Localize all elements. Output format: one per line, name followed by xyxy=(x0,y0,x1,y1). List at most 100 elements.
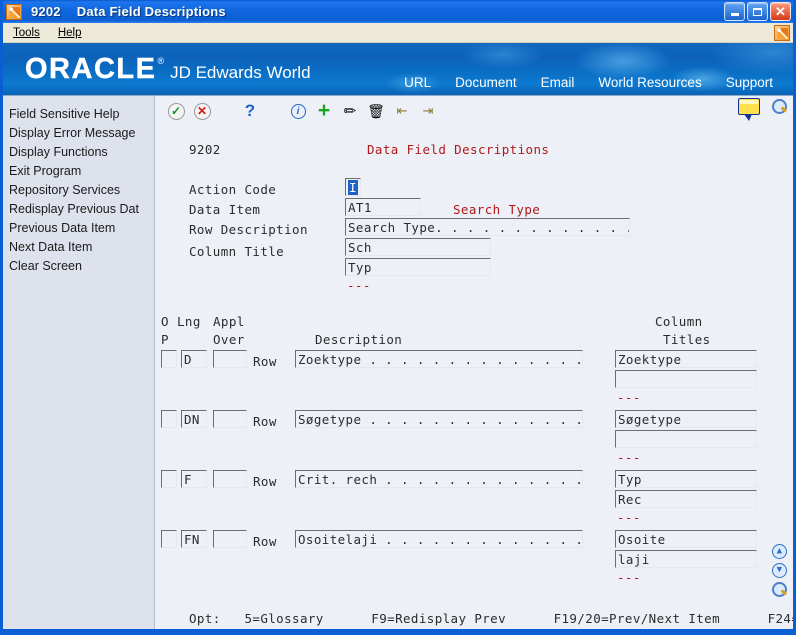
notes-bubble-icon[interactable] xyxy=(738,98,760,121)
menu-item-tools-label: Tools xyxy=(13,26,40,39)
column-title-separator: --- xyxy=(347,278,371,293)
close-button[interactable]: ✕ xyxy=(770,2,791,21)
action-code-label: Action Code xyxy=(189,182,277,197)
action-code-value: I xyxy=(348,180,358,195)
grid-header-opt-line1: O xyxy=(161,314,169,329)
maximize-button[interactable] xyxy=(747,2,768,21)
table-row-opt-input[interactable] xyxy=(161,350,177,368)
action-code-input[interactable]: I xyxy=(345,178,361,196)
search-magnifier-icon[interactable] xyxy=(772,582,787,597)
sidebar-item-display-error-message[interactable]: Display Error Message xyxy=(3,124,154,143)
menu-item-tools[interactable]: Tools xyxy=(5,25,48,41)
help-button[interactable]: ? xyxy=(237,99,263,123)
toolbar-right-group xyxy=(738,98,787,121)
table-row-label: Row xyxy=(253,474,277,489)
scroll-down-button[interactable]: ▼ xyxy=(772,563,787,578)
table-row-separator: --- xyxy=(617,570,641,585)
table-row-lng-input[interactable]: FN xyxy=(181,530,207,548)
grid-header-lng: Lng xyxy=(177,314,201,329)
banner-link-url[interactable]: URL xyxy=(392,75,443,92)
table-row-appl-input[interactable] xyxy=(213,470,247,488)
sidebar-item-next-data-item[interactable]: Next Data Item xyxy=(3,238,154,257)
product-name-text: JD Edwards World xyxy=(170,63,311,82)
table-row-lng-input[interactable]: F xyxy=(181,470,207,488)
banner-link-document[interactable]: Document xyxy=(443,75,529,92)
sidebar-item-repository-services[interactable]: Repository Services xyxy=(3,181,154,200)
sidebar-item-field-sensitive-help[interactable]: Field Sensitive Help xyxy=(3,105,154,124)
row-description-input[interactable]: Search Type. . . . . . . . . . . . . . . xyxy=(345,218,630,236)
maximize-icon xyxy=(753,7,762,16)
application-window: 9202 Data Field Descriptions ✕ Tools Help… xyxy=(0,0,796,635)
sidebar-item-previous-data-item[interactable]: Previous Data Item xyxy=(3,219,154,238)
oracle-swirl-icon[interactable] xyxy=(774,25,790,41)
delete-button[interactable]: 🗑 xyxy=(363,99,389,123)
cancel-button[interactable]: ✕ xyxy=(189,99,215,123)
table-row-opt-input[interactable] xyxy=(161,530,177,548)
export-button[interactable]: ⇥ xyxy=(415,99,441,123)
page-title: Data Field Descriptions xyxy=(367,142,550,157)
info-button[interactable]: i xyxy=(285,99,311,123)
import-button[interactable]: ⇤ xyxy=(389,99,415,123)
table-row-title1-input[interactable]: Typ xyxy=(615,470,757,488)
window-body: Field Sensitive Help Display Error Messa… xyxy=(3,96,793,629)
row-description-label: Row Description xyxy=(189,222,308,237)
banner-link-world-resources[interactable]: World Resources xyxy=(586,75,713,92)
menu-item-help[interactable]: Help xyxy=(50,25,90,41)
table-row-separator: --- xyxy=(617,450,641,465)
window-title: 9202 Data Field Descriptions xyxy=(31,4,226,19)
table-row-title2-input[interactable] xyxy=(615,370,757,388)
menu-bar: Tools Help xyxy=(3,23,793,43)
minimize-button[interactable] xyxy=(724,2,745,21)
scroll-up-button[interactable]: ▲ xyxy=(772,544,787,559)
sidebar-menu: Field Sensitive Help Display Error Messa… xyxy=(3,96,155,629)
sidebar-item-exit-program[interactable]: Exit Program xyxy=(3,162,154,181)
delete-trash-icon: 🗑 xyxy=(367,102,385,119)
grid-header-description: Description xyxy=(315,332,403,347)
table-row-appl-input[interactable] xyxy=(213,410,247,428)
search-magnifier-icon[interactable] xyxy=(772,99,787,114)
sidebar-item-clear-screen[interactable]: Clear Screen xyxy=(3,257,154,276)
table-row-title2-input[interactable] xyxy=(615,430,757,448)
table-row-label: Row xyxy=(253,534,277,549)
table-row-title2-input[interactable]: Rec xyxy=(615,490,757,508)
add-button[interactable]: + xyxy=(311,99,337,123)
column-title-line1-input[interactable]: Sch xyxy=(345,238,491,256)
import-icon: ⇤ xyxy=(396,103,408,118)
oracle-swirl-icon xyxy=(6,3,22,20)
scroll-controls: ▲ ▼ xyxy=(772,544,787,597)
add-icon: + xyxy=(317,99,331,122)
table-row-description-input[interactable]: Osoitelaji . . . . . . . . . . . . . . xyxy=(295,530,583,548)
data-item-label: Data Item xyxy=(189,202,261,217)
oracle-logo: ORACLE ® JD Edwards World xyxy=(25,53,311,86)
sidebar-item-redisplay-previous-data[interactable]: Redisplay Previous Dat xyxy=(3,200,154,219)
table-row-opt-input[interactable] xyxy=(161,470,177,488)
banner-link-email[interactable]: Email xyxy=(529,75,587,92)
table-row-description-input[interactable]: Søgetype . . . . . . . . . . . . . . . xyxy=(295,410,583,428)
sidebar-item-display-functions[interactable]: Display Functions xyxy=(3,143,154,162)
window-controls: ✕ xyxy=(724,2,791,21)
table-row-title2-input[interactable]: laji xyxy=(615,550,757,568)
column-title-line2-input[interactable]: Typ xyxy=(345,258,491,276)
table-row-description-input[interactable]: Zoektype . . . . . . . . . . . . . . . xyxy=(295,350,583,368)
table-row-separator: --- xyxy=(617,390,641,405)
table-row-appl-input[interactable] xyxy=(213,350,247,368)
window-title-text: Data Field Descriptions xyxy=(76,4,226,19)
table-row-title1-input[interactable]: Osoite xyxy=(615,530,757,548)
table-row-lng-input[interactable]: D xyxy=(181,350,207,368)
data-item-input[interactable]: AT1 xyxy=(345,198,421,216)
table-row-appl-input[interactable] xyxy=(213,530,247,548)
main-pane: ✓ ✕ ? i + ✏ 🗑 ⇤ ⇥ 9202 Data Field Descri… xyxy=(155,96,793,629)
table-row-title1-input[interactable]: Zoektype xyxy=(615,350,757,368)
accept-button[interactable]: ✓ xyxy=(163,99,189,123)
registered-mark-icon: ® xyxy=(157,56,165,66)
table-row-label: Row xyxy=(253,354,277,369)
grid-header-appl-over: Over xyxy=(213,332,245,347)
info-icon: i xyxy=(290,103,306,119)
edit-button[interactable]: ✏ xyxy=(337,99,363,123)
table-row-description-input[interactable]: Crit. rech . . . . . . . . . . . . . . xyxy=(295,470,583,488)
table-row-title1-input[interactable]: Søgetype xyxy=(615,410,757,428)
accept-icon: ✓ xyxy=(167,102,185,120)
banner-link-support[interactable]: Support xyxy=(714,75,785,92)
table-row-lng-input[interactable]: DN xyxy=(181,410,207,428)
table-row-opt-input[interactable] xyxy=(161,410,177,428)
